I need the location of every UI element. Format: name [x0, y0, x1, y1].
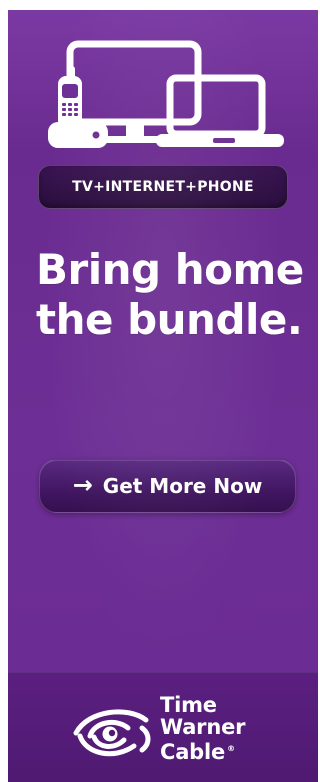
tv-laptop-phone-icon — [48, 40, 284, 148]
brand-line-time: Time — [160, 693, 217, 717]
headline: Bring home the bundle. — [36, 245, 306, 345]
time-warner-cable-logo: Time Warner Cable ® — [68, 692, 288, 772]
brand-line-cable: Cable ® — [160, 738, 290, 763]
get-more-now-label: Get More Now — [102, 474, 263, 498]
bundle-pill: TV+INTERNET+PHONE — [38, 165, 288, 209]
registered-mark: ® — [227, 744, 235, 753]
right-arrow-icon: → — [72, 471, 93, 499]
time-warner-cable-ad: TV+INTERNET+PHONE Bring home the bundle.… — [8, 10, 318, 782]
time-warner-cable-wordmark: Time Warner Cable ® — [160, 694, 290, 763]
brand-line-warner: Warner — [160, 715, 246, 739]
get-more-now-button[interactable]: → Get More Now — [39, 459, 296, 513]
brand-line-cable-text: Cable — [160, 740, 226, 764]
bundle-pill-text: TV+INTERNET+PHONE — [72, 179, 254, 195]
time-warner-cable-eye-logo-icon — [73, 709, 151, 757]
headline-line-2: the bundle. — [36, 295, 303, 344]
headline-line-1: Bring home — [36, 245, 304, 294]
